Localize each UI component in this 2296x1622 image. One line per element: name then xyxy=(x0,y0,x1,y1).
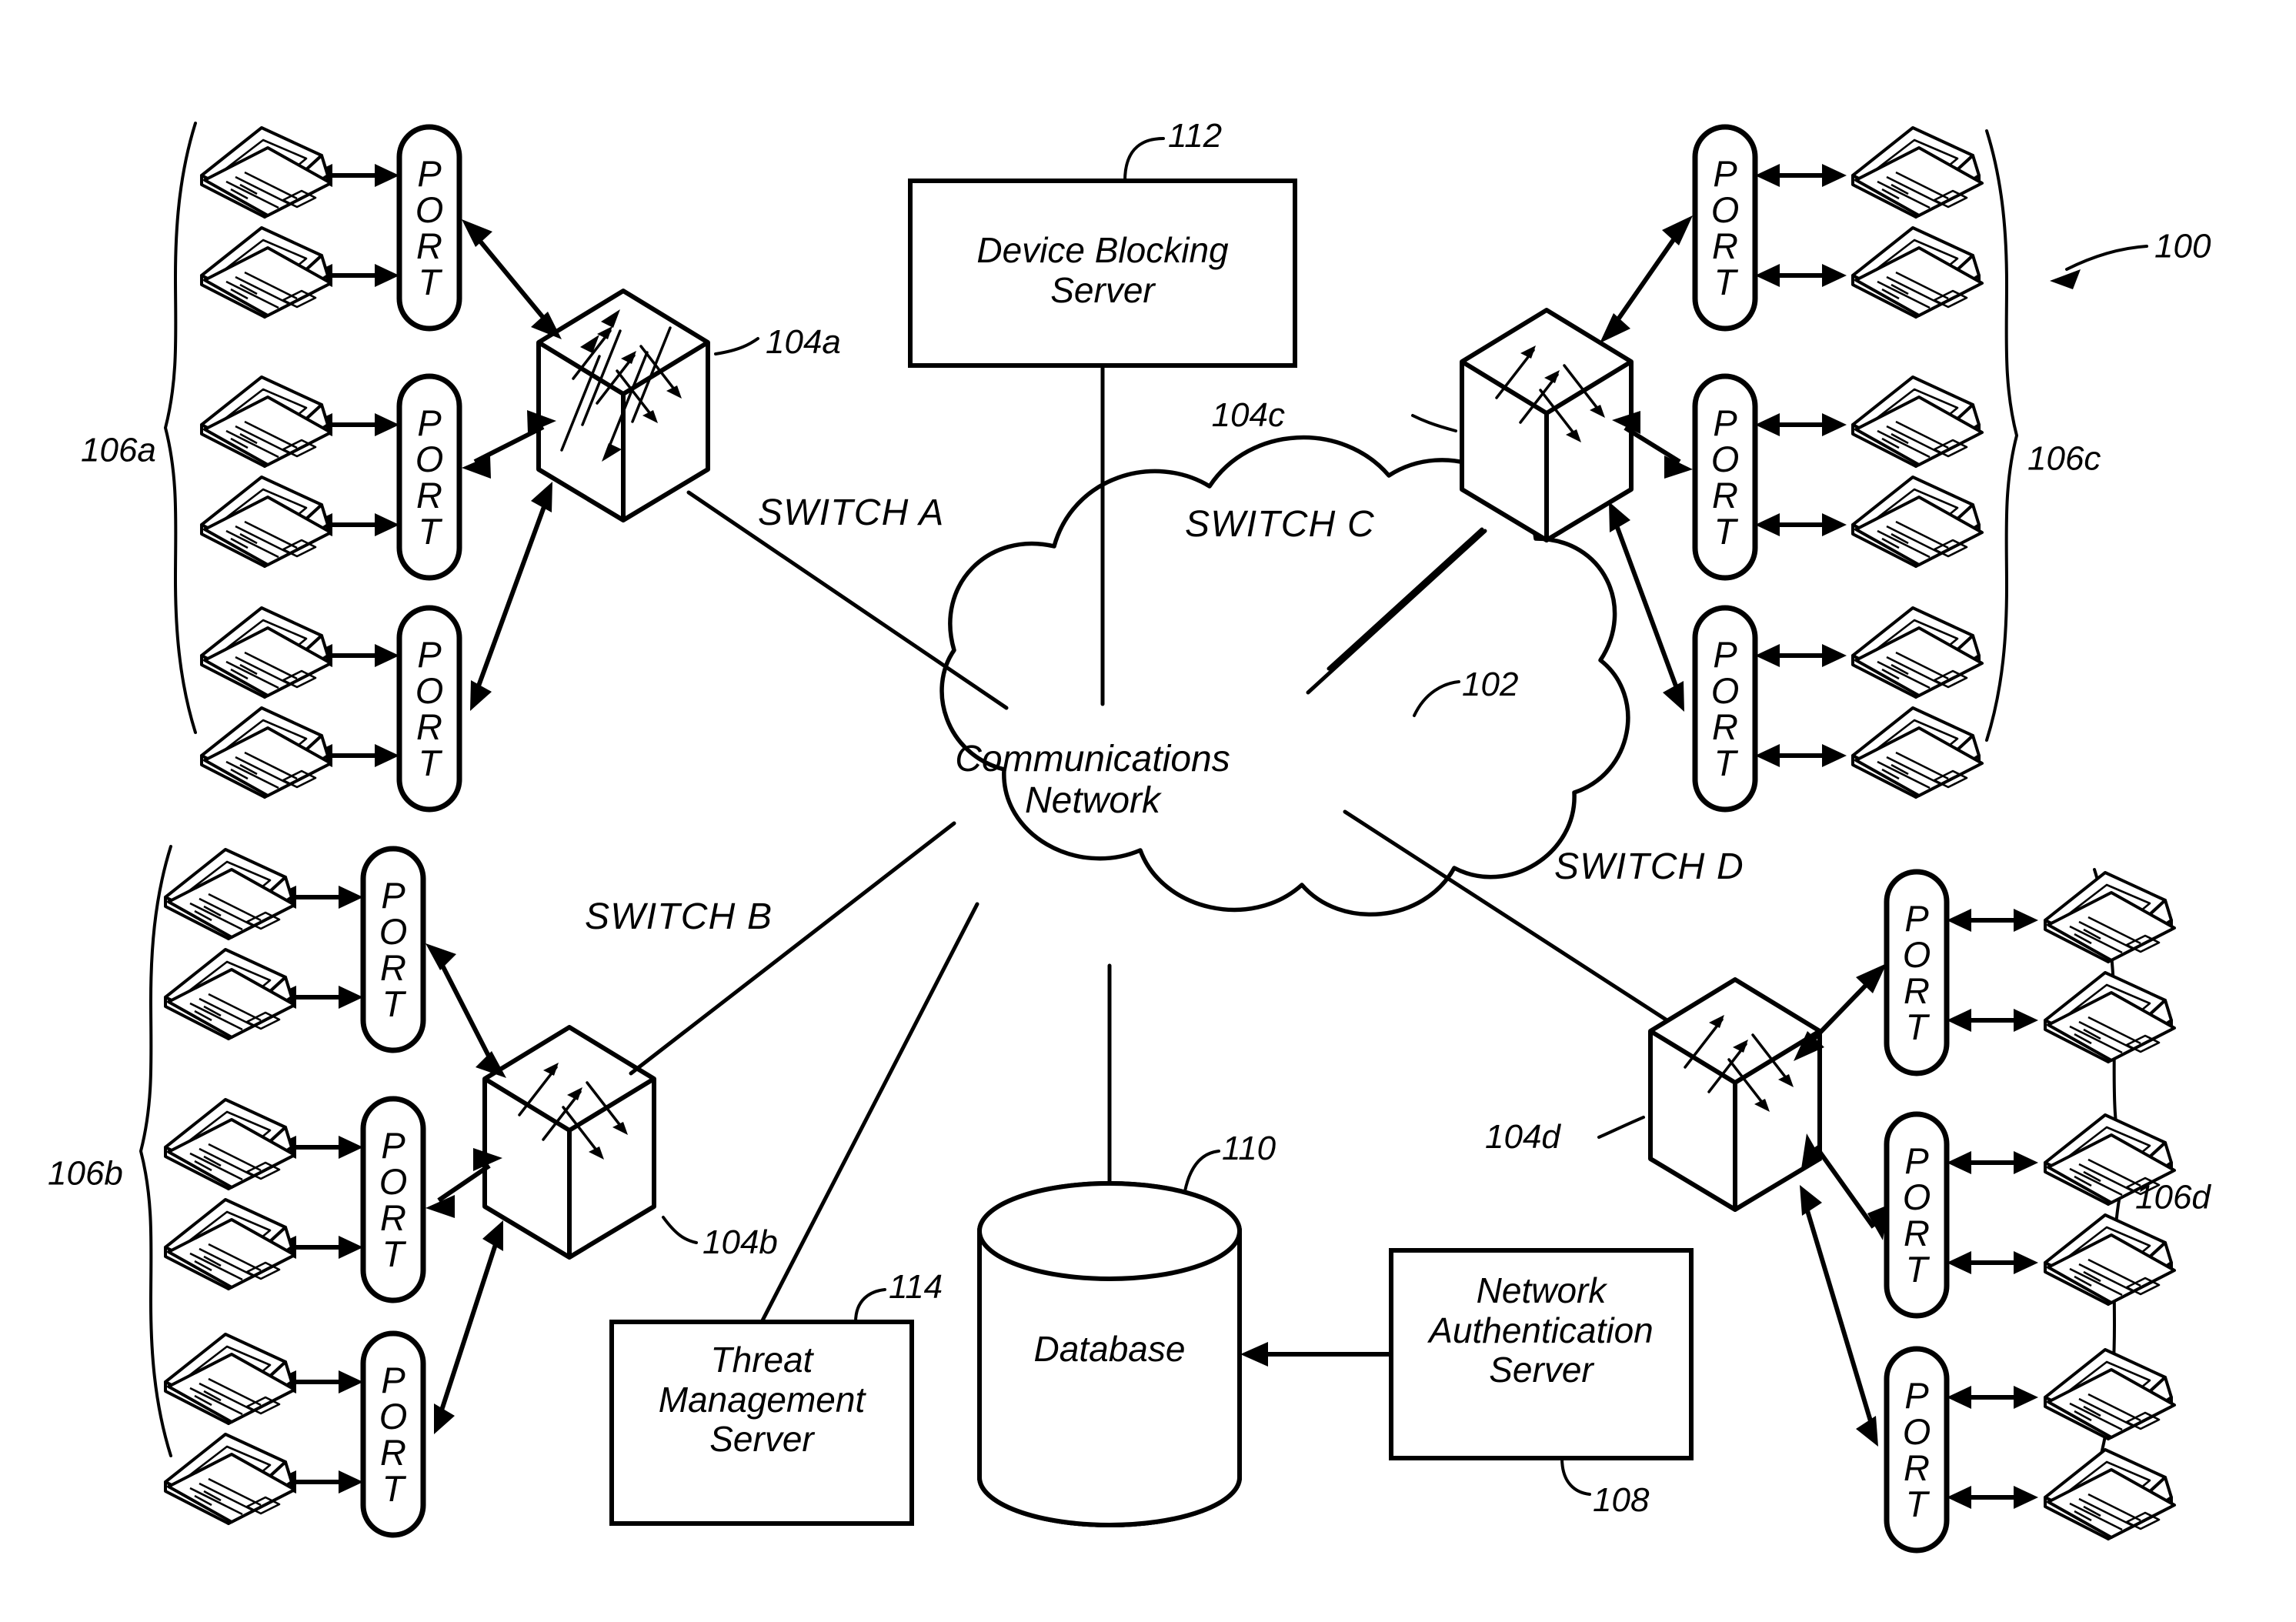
leader-104a xyxy=(714,337,759,355)
leader-114 xyxy=(854,1288,886,1323)
laptop-icon xyxy=(2044,871,2176,963)
reference-104c: 104c xyxy=(1211,396,1285,434)
laptop-icon xyxy=(164,1333,296,1425)
laptop-icon xyxy=(164,948,296,1040)
port-label-d3: PORT xyxy=(1902,1375,1931,1524)
switch-b-cube xyxy=(482,1025,656,1260)
reference-100: 100 xyxy=(2154,227,2211,265)
reference-106a: 106a xyxy=(81,431,156,469)
nas-line2: Authentication xyxy=(1429,1310,1654,1350)
port-label-d1: PORT xyxy=(1902,898,1931,1047)
port-label-c2: PORT xyxy=(1710,402,1740,552)
leader-112 xyxy=(1123,137,1165,182)
port-label-a1: PORT xyxy=(415,153,444,302)
tms-line2: Management xyxy=(658,1379,866,1420)
nas-line1: Network xyxy=(1476,1270,1607,1310)
tms-line3: Server xyxy=(709,1419,814,1460)
laptop-icon xyxy=(200,126,332,219)
laptop-icon xyxy=(164,1198,296,1290)
reference-106c: 106c xyxy=(2027,439,2101,478)
dbs-line2: Server xyxy=(1050,269,1155,310)
laptop-icon xyxy=(1851,706,1984,799)
leader-104d xyxy=(1597,1116,1645,1139)
switch-d-label: SWITCH D xyxy=(1554,846,1744,887)
laptop-icon xyxy=(164,1098,296,1190)
laptop-icon xyxy=(164,848,296,940)
cloud-label-line1: Communications xyxy=(955,739,1230,779)
laptop-icon xyxy=(2044,971,2176,1063)
laptop-icon xyxy=(1851,476,1984,568)
switch-a-label: SWITCH A xyxy=(758,492,945,533)
laptop-icon xyxy=(1851,606,1984,699)
leader-100-arrowhead xyxy=(2050,269,2081,289)
port-label-b2: PORT xyxy=(379,1125,408,1274)
laptop-icon xyxy=(1851,226,1984,319)
laptop-icon xyxy=(200,606,332,699)
port-label-c3: PORT xyxy=(1710,634,1740,783)
device-blocking-server-label: Device Blocking Server xyxy=(918,230,1287,310)
reference-104d: 104d xyxy=(1485,1118,1560,1156)
reference-106d: 106d xyxy=(2135,1178,2211,1216)
laptop-icon xyxy=(200,375,332,468)
laptop-icon xyxy=(200,706,332,799)
laptop-icon xyxy=(2044,1348,2176,1440)
dbs-line1: Device Blocking xyxy=(976,230,1229,270)
reference-104a: 104a xyxy=(766,323,841,361)
laptop-icon xyxy=(200,226,332,319)
link-auth-database-arrow xyxy=(1240,1342,1391,1367)
switch-b-label: SWITCH B xyxy=(585,896,773,937)
laptop-icon xyxy=(1851,126,1984,219)
leader-104b xyxy=(662,1216,698,1244)
threat-management-server-label: Threat Management Server xyxy=(616,1340,908,1460)
group-brace-106c xyxy=(1985,129,2018,742)
cloud-label: Communications Network xyxy=(916,739,1270,822)
reference-110: 110 xyxy=(1222,1130,1276,1167)
switch-c-label: SWITCH C xyxy=(1185,504,1375,545)
port-label-b3: PORT xyxy=(379,1360,408,1509)
switch-c-cube xyxy=(1460,308,1634,542)
database-label: Database xyxy=(1033,1329,1186,1369)
reference-108: 108 xyxy=(1593,1481,1650,1519)
port-label-a2: PORT xyxy=(415,402,444,552)
leader-108 xyxy=(1560,1457,1591,1496)
laptop-icon xyxy=(1851,375,1984,468)
port-label-c1: PORT xyxy=(1710,153,1740,302)
laptop-icon xyxy=(200,476,332,568)
link-threat-cloud xyxy=(759,902,979,1324)
group-brace-106a xyxy=(164,122,197,734)
port-label-a3: PORT xyxy=(415,634,444,783)
leader-110 xyxy=(1183,1150,1220,1193)
laptop-icon xyxy=(164,1433,296,1525)
leader-100 xyxy=(2065,245,2148,271)
reference-104b: 104b xyxy=(702,1223,778,1261)
reference-106b: 106b xyxy=(48,1154,123,1193)
port-label-d2: PORT xyxy=(1902,1140,1931,1290)
leader-104c xyxy=(1411,414,1457,432)
reference-114: 114 xyxy=(889,1268,943,1306)
laptop-icon xyxy=(2044,1448,2176,1540)
nas-line3: Server xyxy=(1489,1350,1594,1390)
port-label-b1: PORT xyxy=(379,875,408,1024)
link-switch-b-cloud xyxy=(629,821,956,1076)
switch-a-cube xyxy=(536,289,710,522)
network-authentication-server-label: Network Authentication Server xyxy=(1393,1270,1690,1390)
tms-line1: Threat xyxy=(710,1340,813,1380)
cloud-label-line2: Network xyxy=(1024,779,1161,821)
switch-d-cube xyxy=(1648,977,1822,1212)
reference-102: 102 xyxy=(1462,666,1519,703)
laptop-icon xyxy=(2044,1213,2176,1306)
figure-canvas: Communications Network Device Blocking S… xyxy=(0,0,2296,1622)
reference-112: 112 xyxy=(1168,117,1223,155)
